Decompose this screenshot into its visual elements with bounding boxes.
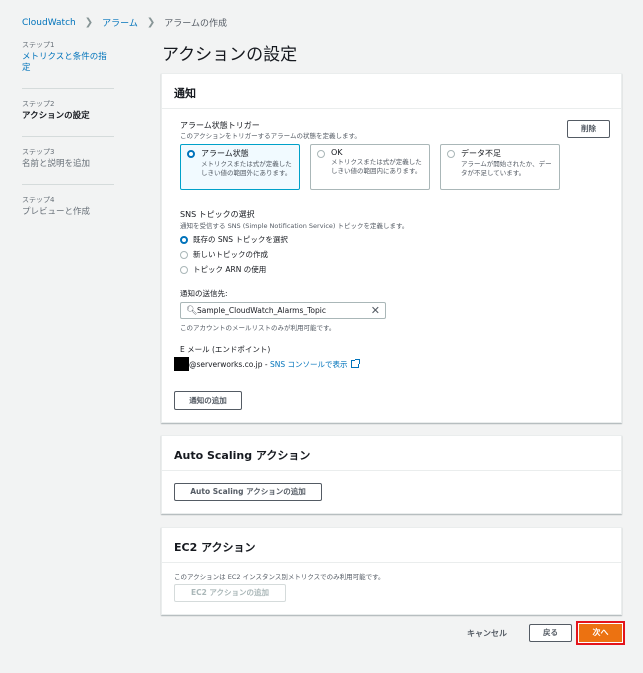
radio-icon [317, 150, 325, 158]
email-value: @serverworks.co.jp [189, 360, 263, 369]
state-insufficient-tile[interactable]: データ不足 アラームが開始されたか、データが不足しています。 [440, 144, 560, 190]
next-button[interactable]: 次へ [579, 624, 622, 642]
sns-console-link[interactable]: SNS コンソールで表示 [270, 360, 348, 369]
clear-icon[interactable]: ✕ [371, 304, 380, 317]
add-ec2-button[interactable]: EC2 アクションの追加 [174, 584, 286, 602]
ec2-description: このアクションは EC2 インスタンス別メトリクスでのみ利用可能です。 [174, 573, 385, 581]
trigger-description: このアクションをトリガーするアラームの状態を定義します。 [180, 132, 361, 140]
radio-icon [447, 150, 455, 158]
breadcrumb-cloudwatch[interactable]: CloudWatch [22, 18, 76, 28]
redacted-block [174, 357, 189, 371]
step-label: アクションの設定 [22, 111, 90, 121]
search-icon: 🔍︎ [186, 305, 198, 316]
sns-option-existing[interactable]: 既存の SNS トピックを選択 [180, 234, 288, 245]
step-number: ステップ2 [22, 100, 55, 108]
tile-description: アラームが開始されたか、データが不足しています。 [461, 160, 552, 177]
topic-value: Sample_CloudWatch_Alarms_Topic [197, 306, 326, 315]
autoscaling-panel: Auto Scaling アクション [161, 435, 622, 514]
tile-title: OK [331, 148, 343, 157]
panel-title: 通知 [162, 74, 621, 109]
tile-description: メトリクスまたは式が定義したしきい値の範囲外にあります。 [201, 160, 292, 177]
radio-selected-icon [187, 150, 195, 158]
sns-topic-description: 通知を受信する SNS (Simple Notification Service… [180, 222, 409, 230]
divider [22, 88, 114, 89]
add-autoscaling-button[interactable]: Auto Scaling アクションの追加 [174, 483, 322, 501]
chevron-right-icon: ❯ [84, 17, 94, 28]
sns-option-new[interactable]: 新しいトピックの作成 [180, 249, 268, 260]
breadcrumb: CloudWatch ❯ アラーム ❯ アラームの作成 [22, 16, 227, 29]
step-number: ステップ4 [22, 196, 55, 204]
chevron-right-icon: ❯ [146, 17, 156, 28]
panel-title: EC2 アクション [162, 528, 621, 563]
option-label: トピック ARN の使用 [193, 265, 267, 274]
step-label[interactable]: メトリクスと条件の指定 [22, 52, 114, 74]
breadcrumb-current: アラームの作成 [164, 19, 227, 29]
remove-button[interactable]: 削除 [567, 120, 610, 138]
radio-icon [180, 250, 188, 259]
divider [22, 184, 114, 185]
state-ok-tile[interactable]: OK メトリクスまたは式が定義したしきい値の範囲内にあります。 [310, 144, 430, 190]
breadcrumb-alarms[interactable]: アラーム [102, 16, 138, 29]
divider [22, 136, 114, 137]
radio-selected-icon [180, 235, 188, 244]
email-endpoint: @serverworks.co.jp - SNS コンソールで表示 [189, 359, 360, 370]
next-button-highlight: 次へ [576, 621, 625, 645]
step-label: 名前と説明を追加 [22, 159, 91, 169]
tile-description: メトリクスまたは式が定義したしきい値の範囲内にあります。 [331, 158, 422, 175]
step-label: プレビューと作成 [22, 207, 91, 217]
option-label: 新しいトピックの作成 [193, 250, 268, 259]
wizard-steps: ステップ1 メトリクスと条件の指定 ステップ2 アクションの設定 ステップ3 名… [22, 40, 114, 232]
state-alarm-tile[interactable]: アラーム状態 メトリクスまたは式が定義したしきい値の範囲外にあります。 [180, 144, 300, 190]
cancel-button[interactable]: キャンセル [467, 628, 507, 639]
sns-option-arn[interactable]: トピック ARN の使用 [180, 264, 266, 275]
tile-title: データ不足 [461, 149, 501, 158]
external-link-icon [350, 359, 360, 368]
separator: - [262, 360, 270, 369]
sns-topic-label: SNS トピックの選択 [180, 210, 255, 219]
panel-title: Auto Scaling アクション [162, 436, 621, 471]
step-number: ステップ3 [22, 148, 55, 156]
step-4: ステップ4 プレビューと作成 [22, 195, 114, 218]
send-to-hint: このアカウントのメールリストのみが利用可能です。 [180, 324, 336, 332]
tile-title: アラーム状態 [201, 149, 249, 158]
step-3: ステップ3 名前と説明を追加 [22, 147, 114, 170]
step-2: ステップ2 アクションの設定 [22, 99, 114, 122]
option-label: 既存の SNS トピックを選択 [193, 235, 288, 244]
step-1[interactable]: ステップ1 メトリクスと条件の指定 [22, 40, 114, 74]
back-button[interactable]: 戻る [529, 624, 572, 642]
email-label: E メール (エンドポイント) [180, 345, 271, 354]
radio-icon [180, 265, 188, 274]
send-to-label: 通知の送信先: [180, 289, 228, 298]
add-notification-button[interactable]: 通知の追加 [174, 391, 242, 410]
page-title: アクションの設定 [162, 45, 298, 65]
topic-search-input[interactable]: 🔍︎ Sample_CloudWatch_Alarms_Topic ✕ [180, 302, 386, 319]
step-number: ステップ1 [22, 41, 55, 49]
